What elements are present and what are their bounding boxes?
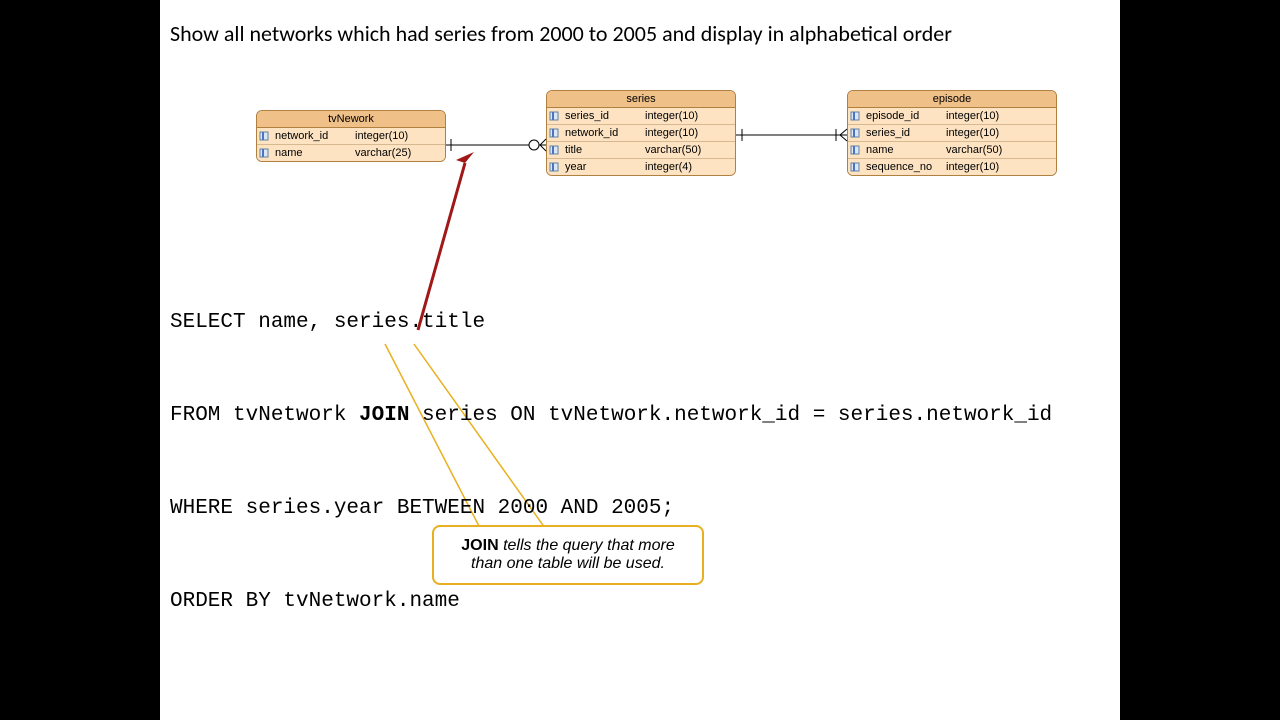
callout-keyword: JOIN	[461, 537, 498, 554]
page-title: Show all networks which had series from …	[170, 20, 952, 47]
column-icon	[257, 128, 271, 144]
erd-table-title: tvNework	[257, 111, 445, 128]
column-icon	[547, 159, 561, 175]
column-name: series_id	[561, 108, 641, 124]
erd-table-episode: episode episode_id integer(10) series_id…	[847, 90, 1057, 176]
column-icon	[257, 145, 271, 161]
erd-diagram: tvNework network_id integer(10) name var…	[250, 85, 1030, 205]
column-icon	[547, 142, 561, 158]
sql-query: SELECT name, series.title FROM tvNetwork…	[170, 270, 1052, 684]
table-row: year integer(4)	[547, 159, 735, 175]
column-type: integer(4)	[641, 159, 735, 175]
table-row: name varchar(50)	[848, 142, 1056, 159]
column-type: integer(10)	[942, 108, 1056, 124]
column-icon	[848, 159, 862, 175]
column-name: title	[561, 142, 641, 158]
sql-line-orderby: ORDER BY tvNetwork.name	[170, 591, 1052, 612]
join-callout: JOIN tells the query that more than one …	[432, 525, 704, 585]
column-type: integer(10)	[641, 125, 735, 141]
table-row: network_id integer(10)	[547, 125, 735, 142]
column-type: integer(10)	[942, 159, 1056, 175]
erd-table-series: series series_id integer(10) network_id …	[546, 90, 736, 176]
slide: Show all networks which had series from …	[160, 0, 1120, 720]
column-icon	[547, 125, 561, 141]
column-name: name	[271, 145, 351, 161]
column-icon	[547, 108, 561, 124]
column-name: network_id	[271, 128, 351, 144]
erd-table-title: episode	[848, 91, 1056, 108]
column-type: varchar(50)	[942, 142, 1056, 158]
erd-table-title: series	[547, 91, 735, 108]
column-type: integer(10)	[942, 125, 1056, 141]
column-name: sequence_no	[862, 159, 942, 175]
column-type: varchar(25)	[351, 145, 445, 161]
callout-text: tells the query that more than one table…	[471, 537, 675, 572]
table-row: title varchar(50)	[547, 142, 735, 159]
column-icon	[848, 125, 862, 141]
column-name: episode_id	[862, 108, 942, 124]
column-type: integer(10)	[641, 108, 735, 124]
sql-line-select: SELECT name, series.title	[170, 312, 1052, 333]
table-row: network_id integer(10)	[257, 128, 445, 145]
column-type: integer(10)	[351, 128, 445, 144]
table-row: series_id integer(10)	[848, 125, 1056, 142]
sql-text: FROM tvNetwork	[170, 404, 359, 427]
table-row: sequence_no integer(10)	[848, 159, 1056, 175]
sql-keyword-join: JOIN	[359, 404, 409, 427]
column-type: varchar(50)	[641, 142, 735, 158]
column-name: network_id	[561, 125, 641, 141]
column-icon	[848, 108, 862, 124]
table-row: series_id integer(10)	[547, 108, 735, 125]
column-name: name	[862, 142, 942, 158]
sql-line-where: WHERE series.year BETWEEN 2000 AND 2005;	[170, 498, 1052, 519]
column-name: year	[561, 159, 641, 175]
table-row: name varchar(25)	[257, 145, 445, 161]
column-name: series_id	[862, 125, 942, 141]
table-row: episode_id integer(10)	[848, 108, 1056, 125]
column-icon	[848, 142, 862, 158]
sql-line-from: FROM tvNetwork JOIN series ON tvNetwork.…	[170, 405, 1052, 426]
sql-text: series ON tvNetwork.network_id = series.…	[409, 404, 1052, 427]
erd-table-tvnework: tvNework network_id integer(10) name var…	[256, 110, 446, 162]
